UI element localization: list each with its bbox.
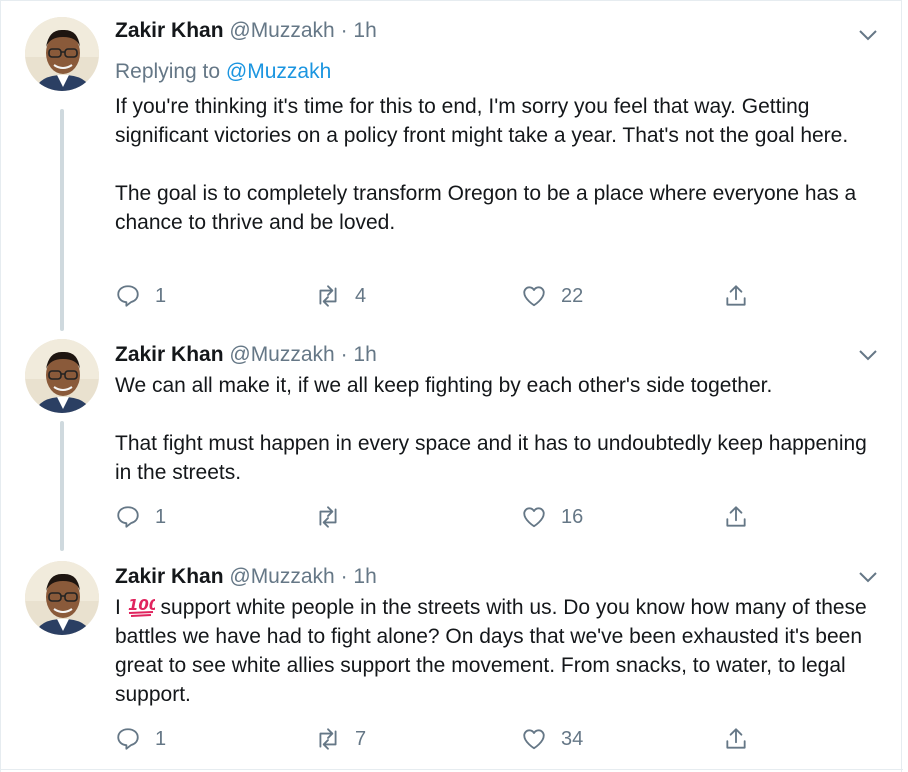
- tweet-1[interactable]: Zakir Khan @Muzzakh · 1h Replying to @Mu…: [1, 1, 903, 331]
- share-icon: [726, 728, 746, 749]
- author-handle[interactable]: @Muzzakh: [229, 343, 334, 366]
- tweet-text-prefix: I: [115, 596, 121, 619]
- share-button[interactable]: [723, 502, 749, 532]
- author-handle[interactable]: @Muzzakh: [229, 565, 334, 588]
- like-button[interactable]: 16: [521, 502, 583, 532]
- like-count: 34: [561, 727, 584, 750]
- tweet-text: I 100 support white people in the street…: [115, 593, 875, 709]
- divider: [1, 769, 903, 770]
- like-button[interactable]: 34: [521, 724, 583, 754]
- timeline-thread: Zakir Khan @Muzzakh · 1h Replying to @Mu…: [0, 0, 903, 772]
- share-icon: [726, 285, 746, 306]
- retweet-icon: [319, 506, 337, 528]
- tweet-actions: 1 16: [115, 502, 875, 532]
- tweet-actions: 1 4 22: [115, 281, 875, 311]
- like-count: 22: [561, 284, 584, 307]
- share-button[interactable]: [723, 281, 749, 311]
- author-handle[interactable]: @Muzzakh: [229, 19, 334, 42]
- tweet-text: We can all make it, if we all keep fight…: [115, 374, 867, 484]
- tweet-2[interactable]: Zakir Khan @Muzzakh · 1h We can all make…: [1, 327, 903, 551]
- retweet-count: 7: [355, 727, 367, 750]
- reply-icon: [117, 728, 139, 750]
- retweet-button[interactable]: [315, 502, 355, 532]
- separator-dot: ·: [340, 19, 348, 42]
- heart-icon: [523, 507, 545, 528]
- timestamp[interactable]: 1h: [353, 19, 376, 42]
- retweet-count: 4: [355, 284, 367, 307]
- share-icon: [726, 506, 746, 527]
- separator-dot: ·: [340, 343, 348, 366]
- thread-connector: [60, 421, 64, 551]
- timestamp[interactable]: 1h: [353, 565, 376, 588]
- tweet-text: If you're thinking it's time for this to…: [115, 95, 857, 234]
- replying-to-label: Replying to: [115, 60, 226, 83]
- tweet-header: Zakir Khan @Muzzakh · 1h: [115, 19, 377, 43]
- retweet-button[interactable]: 7: [315, 724, 366, 754]
- reply-icon: [117, 285, 139, 307]
- heart-icon: [523, 286, 545, 307]
- replying-to: Replying to @Muzzakh: [115, 60, 331, 84]
- chevron-down-icon[interactable]: [858, 27, 878, 43]
- like-button[interactable]: 22: [521, 281, 583, 311]
- separator-dot: ·: [340, 565, 348, 588]
- tweet-header: Zakir Khan @Muzzakh · 1h: [115, 343, 377, 367]
- reply-button[interactable]: 1: [115, 724, 166, 754]
- reply-count: 1: [155, 727, 167, 750]
- reply-button[interactable]: 1: [115, 281, 166, 311]
- reply-count: 1: [155, 284, 167, 307]
- author-name[interactable]: Zakir Khan: [115, 343, 224, 366]
- chevron-down-icon[interactable]: [858, 347, 878, 363]
- replying-to-handle[interactable]: @Muzzakh: [226, 60, 331, 83]
- tweet-header: Zakir Khan @Muzzakh · 1h: [115, 565, 377, 589]
- reply-icon: [117, 506, 139, 528]
- retweet-button[interactable]: 4: [315, 281, 366, 311]
- share-button[interactable]: [723, 724, 749, 754]
- thread-connector: [60, 109, 64, 331]
- retweet-icon: [319, 285, 337, 307]
- author-name[interactable]: Zakir Khan: [115, 565, 224, 588]
- chevron-down-icon[interactable]: [858, 569, 878, 585]
- timestamp[interactable]: 1h: [353, 343, 376, 366]
- avatar[interactable]: [25, 561, 99, 635]
- avatar[interactable]: [25, 339, 99, 413]
- like-count: 16: [561, 505, 584, 528]
- tweet-actions: 1 7 34: [115, 724, 875, 754]
- heart-icon: [523, 729, 545, 750]
- tweet-3[interactable]: Zakir Khan @Muzzakh · 1h I 100 support w…: [1, 549, 903, 771]
- author-name[interactable]: Zakir Khan: [115, 19, 224, 42]
- hundred-points-emoji-icon: 100: [128, 596, 155, 617]
- avatar[interactable]: [25, 17, 99, 91]
- tweet-text-rest: support white people in the streets with…: [115, 596, 867, 706]
- reply-count: 1: [155, 505, 167, 528]
- retweet-icon: [319, 728, 337, 750]
- reply-button[interactable]: 1: [115, 502, 166, 532]
